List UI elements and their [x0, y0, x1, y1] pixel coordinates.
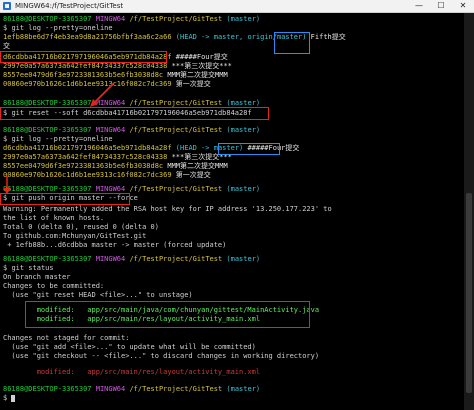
terminal-output[interactable]: 86188@DESKTOP-3365307 MINGW64 /f/TestPro…: [0, 13, 464, 410]
commit-line: 00860e970b1626c1d6b1ee9313c16f082c7dc369…: [3, 171, 211, 179]
output-line: Total 0 (delta 0), reused 0 (delta 0): [3, 223, 159, 231]
vertical-scrollbar[interactable]: [464, 13, 474, 410]
output-line: (use "git add <file>..." to update what …: [3, 343, 256, 351]
output-line: the list of known hosts.: [3, 214, 105, 222]
prompt-line: 86188@DESKTOP-3365307 MINGW64 /f/TestPro…: [3, 15, 261, 23]
minimize-button[interactable]: —: [408, 0, 430, 12]
title-bar[interactable]: MINGW64:/f/TestProject/GitTest — ☐ ✕: [0, 0, 474, 13]
output-line: + 1efb88b...d6cdbba master -> master (fo…: [3, 241, 227, 249]
output-line: (use "git reset HEAD <file>..." to unsta…: [3, 291, 193, 299]
maximize-button[interactable]: ☐: [430, 0, 452, 12]
prompt-line: 86188@DESKTOP-3365307 MINGW64 /f/TestPro…: [3, 255, 261, 263]
unstaged-file-line: modified: app/src/main/res/layout/activi…: [3, 368, 261, 376]
command-line[interactable]: $: [3, 394, 16, 403]
output-line: (use "git checkout -- <file>..." to disc…: [3, 352, 320, 360]
annotation-box-push-command: [0, 193, 130, 205]
output-line: On branch master: [3, 273, 71, 281]
output-line: Changes not staged for commit:: [3, 334, 130, 342]
commit-line-wrap: 交: [3, 42, 10, 50]
commit-line: 2997e0a57a6373a642fef84734337c528c04338 …: [3, 153, 232, 161]
prompt-line: 86188@DESKTOP-3365307 MINGW64 /f/TestPro…: [3, 126, 261, 134]
command-line: $ git log --pretty=oneline: [3, 24, 113, 32]
prompt-line: 86188@DESKTOP-3365307 MINGW64 /f/TestPro…: [3, 385, 261, 393]
window-title: MINGW64:/f/TestProject/GitTest: [15, 2, 124, 10]
window-controls: — ☐ ✕: [408, 0, 474, 12]
annotation-box-reset-command: [0, 107, 269, 120]
annotation-box-fifth: [274, 32, 310, 54]
close-button[interactable]: ✕: [452, 0, 474, 12]
arrow-icon: [3, 176, 11, 194]
annotation-box-four-hash: [0, 51, 167, 63]
arrow-icon: [90, 82, 115, 107]
commit-line: 8557ee0479d6f3e9723381363b5e6fb3038d8c M…: [3, 162, 228, 170]
cursor: [11, 394, 16, 402]
output-line: Changes to be committed:: [3, 282, 105, 290]
command-line: $ git log --pretty=oneline: [3, 135, 113, 143]
annotation-box-staged-files: [25, 301, 310, 328]
commit-line: 2997e0a57a6373a642fef84734337c528c04338 …: [3, 62, 232, 70]
output-line: To github.com:Mchunyan/GitTest.git: [3, 232, 147, 240]
output-line: Warning: Permanently added the RSA host …: [3, 205, 332, 213]
mingw-app-icon: [3, 2, 11, 10]
scrollbar-thumb[interactable]: [466, 193, 472, 393]
commit-line: 8557ee0479d6f3e9723381363b5e6fb3038d8c M…: [3, 71, 228, 79]
command-line: $ git status: [3, 264, 54, 272]
annotation-box-four-message: [218, 143, 280, 155]
